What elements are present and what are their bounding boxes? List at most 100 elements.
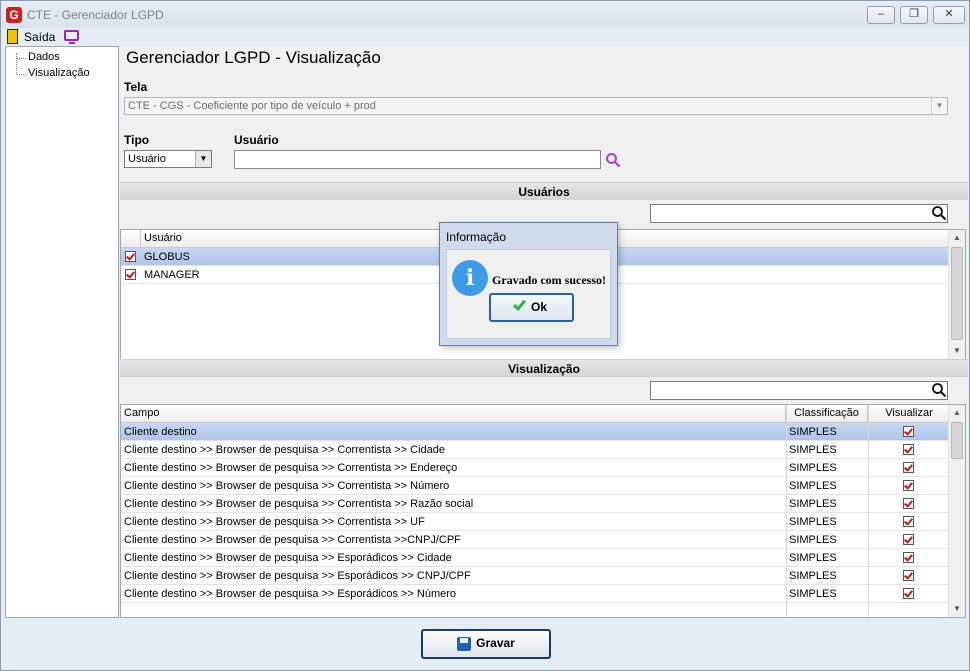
classificacao-column-header[interactable]: Classificação	[786, 405, 868, 423]
visualizar-checkbox[interactable]	[903, 552, 914, 563]
table-row[interactable]: Cliente destino >> Browser de pesquisa >…	[121, 567, 950, 585]
users-scrollbar[interactable]: ▲ ▼	[948, 230, 965, 359]
classificacao-cell: SIMPLES	[789, 534, 837, 546]
campo-cell: Cliente destino	[124, 426, 197, 438]
visualizar-checkbox[interactable]	[903, 570, 914, 581]
search-icon[interactable]	[931, 205, 947, 221]
tipo-label: Tipo	[124, 133, 150, 147]
chevron-down-icon[interactable]: ▼	[195, 151, 211, 167]
scroll-thumb[interactable]	[951, 422, 963, 459]
visualizar-checkbox[interactable]	[903, 588, 914, 599]
monitor-icon[interactable]	[64, 30, 79, 44]
view-grid: Campo Classificação Visualizar Cliente d…	[120, 404, 966, 618]
table-row[interactable]: Cliente destino >> Browser de pesquisa >…	[121, 531, 950, 549]
search-icon[interactable]	[605, 152, 621, 168]
table-row[interactable]: Cliente destino >> Browser de pesquisa >…	[121, 495, 950, 513]
campo-cell: Cliente destino >> Browser de pesquisa >…	[124, 570, 471, 582]
users-filter-input[interactable]	[650, 204, 948, 223]
visualizar-column-header[interactable]: Visualizar	[868, 405, 950, 423]
campo-cell: Cliente destino >> Browser de pesquisa >…	[124, 444, 446, 456]
table-row[interactable]: Cliente destino >> Browser de pesquisa >…	[121, 513, 950, 531]
floppy-disk-icon	[457, 636, 472, 651]
app-logo-icon: G	[6, 7, 22, 23]
view-scrollbar[interactable]: ▲ ▼	[948, 405, 965, 617]
campo-cell: Cliente destino >> Browser de pesquisa >…	[124, 498, 474, 510]
tela-select-value: CTE - CGS - Coeficiente por tipo de veíc…	[128, 100, 376, 112]
close-button[interactable]: ✕	[933, 6, 965, 24]
row-checkbox[interactable]	[125, 269, 136, 280]
ok-button[interactable]: Ok	[489, 293, 574, 322]
minimize-icon: –	[877, 8, 885, 20]
visualizar-checkbox[interactable]	[903, 534, 914, 545]
close-icon: ✕	[944, 8, 954, 20]
restore-icon: ❐	[909, 8, 919, 20]
chevron-down-icon[interactable]: ▼	[931, 98, 947, 114]
checkmark-icon	[512, 297, 527, 311]
minimize-button[interactable]: –	[867, 6, 895, 24]
column-divider	[868, 405, 869, 617]
page-title: Gerenciador LGPD - Visualização	[126, 48, 381, 67]
classificacao-cell: SIMPLES	[789, 462, 837, 474]
scroll-up-icon[interactable]: ▲	[949, 230, 965, 246]
campo-cell: Cliente destino >> Browser de pesquisa >…	[124, 552, 452, 564]
tela-label: Tela	[124, 80, 148, 94]
tela-select[interactable]: CTE - CGS - Coeficiente por tipo de veíc…	[124, 97, 948, 115]
classificacao-cell: SIMPLES	[789, 498, 837, 510]
view-filter-input[interactable]	[650, 381, 948, 400]
scroll-up-icon[interactable]: ▲	[949, 405, 965, 421]
usuario-input[interactable]	[234, 150, 601, 169]
classificacao-cell: SIMPLES	[789, 480, 837, 492]
users-section-header: Usuários	[120, 182, 968, 200]
toolbar: Saída	[2, 28, 968, 46]
tipo-select[interactable]: Usuário ▼	[124, 150, 212, 168]
campo-column-header[interactable]: Campo	[121, 405, 786, 423]
classificacao-cell: SIMPLES	[789, 426, 837, 438]
campo-cell: Cliente destino >> Browser de pesquisa >…	[124, 588, 457, 600]
usuario-label: Usuário	[234, 133, 279, 147]
tree-item-dados[interactable]: Dados	[28, 51, 60, 63]
campo-cell: Cliente destino >> Browser de pesquisa >…	[124, 480, 450, 492]
search-icon[interactable]	[931, 382, 947, 398]
scroll-down-icon[interactable]: ▼	[949, 343, 965, 359]
user-name-cell: GLOBUS	[144, 251, 190, 263]
view-grid-header: Campo Classificação Visualizar	[121, 405, 950, 423]
classificacao-cell: SIMPLES	[789, 552, 837, 564]
visualizar-checkbox[interactable]	[903, 462, 914, 473]
visualizar-checkbox[interactable]	[903, 480, 914, 491]
dialog-body: i Gravado com sucesso! Ok	[446, 249, 611, 339]
visualizar-checkbox[interactable]	[903, 426, 914, 437]
title-bar[interactable]: G CTE - Gerenciador LGPD – ❐ ✕	[1, 1, 969, 28]
table-row[interactable]: Cliente destino >> Browser de pesquisa >…	[121, 441, 950, 459]
user-name-cell: MANAGER	[144, 269, 200, 281]
visualizar-checkbox[interactable]	[903, 516, 914, 527]
scroll-thumb[interactable]	[951, 247, 963, 340]
view-section-header: Visualização	[120, 359, 968, 377]
table-row[interactable]: Cliente destino >> Browser de pesquisa >…	[121, 477, 950, 495]
tipo-select-value: Usuário	[128, 153, 166, 165]
classificacao-cell: SIMPLES	[789, 570, 837, 582]
campo-cell: Cliente destino >> Browser de pesquisa >…	[124, 516, 425, 528]
tree-item-visualizacao[interactable]: Visualização	[28, 67, 90, 79]
save-button[interactable]: Gravar	[421, 629, 551, 659]
visualizar-checkbox[interactable]	[903, 498, 914, 509]
classificacao-cell: SIMPLES	[789, 588, 837, 600]
ok-button-label: Ok	[530, 300, 547, 314]
window-title: CTE - Gerenciador LGPD	[27, 8, 164, 22]
dialog-message: Gravado com sucesso!	[492, 273, 606, 287]
row-checkbox[interactable]	[125, 251, 136, 262]
campo-cell: Cliente destino >> Browser de pesquisa >…	[124, 462, 458, 474]
maximize-button[interactable]: ❐	[900, 6, 928, 24]
visualizar-checkbox[interactable]	[903, 444, 914, 455]
bottom-bar: Gravar	[2, 618, 968, 670]
table-row[interactable]: Cliente destino SIMPLES	[121, 423, 950, 441]
classificacao-cell: SIMPLES	[789, 444, 837, 456]
checkbox-column-header	[121, 230, 141, 248]
tree-connector	[16, 53, 17, 75]
exit-door-icon[interactable]	[7, 29, 18, 44]
table-row[interactable]: Cliente destino >> Browser de pesquisa >…	[121, 585, 950, 603]
table-row[interactable]: Cliente destino >> Browser de pesquisa >…	[121, 459, 950, 477]
exit-button[interactable]: Saída	[24, 30, 55, 44]
table-row[interactable]: Cliente destino >> Browser de pesquisa >…	[121, 549, 950, 567]
save-button-label: Gravar	[476, 636, 515, 650]
scroll-down-icon[interactable]: ▼	[949, 601, 965, 617]
